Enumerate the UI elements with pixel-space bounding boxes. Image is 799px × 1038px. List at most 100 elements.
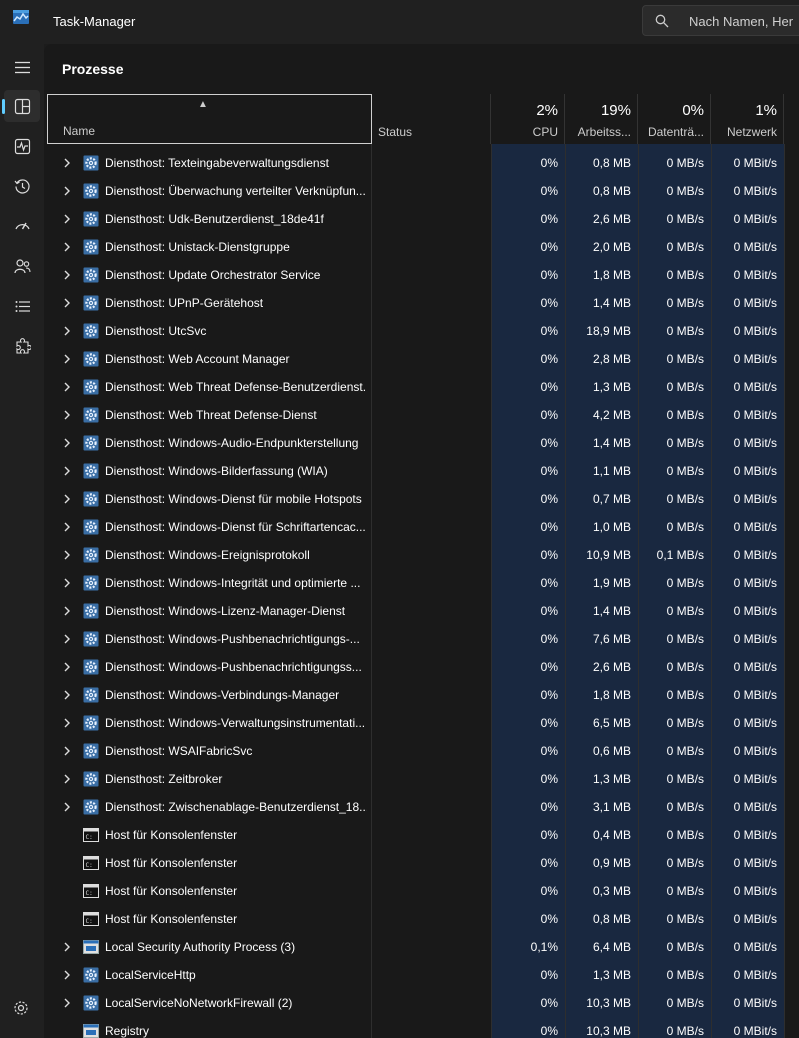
table-row[interactable]: Diensthost: Update Orchestrator Service 0… <box>44 261 799 289</box>
sidebar-item-services[interactable] <box>4 330 40 362</box>
process-name: Host für Konsolenfenster <box>105 856 238 870</box>
network-value: 0 MBit/s <box>733 968 777 982</box>
table-row[interactable]: LocalServiceNoNetworkFirewall (2) 0% 10,3 … <box>44 989 799 1017</box>
chevron-right-icon[interactable] <box>62 521 72 533</box>
column-header-status[interactable]: Status <box>372 94 491 144</box>
chevron-right-icon[interactable] <box>62 689 72 701</box>
title-bar: Task-Manager Nach Namen, Her <box>0 0 799 44</box>
chevron-right-icon[interactable] <box>62 661 72 673</box>
table-row[interactable]: LocalServiceHttp 0% 1,3 MB 0 MB/s 0 MBit/s <box>44 961 799 989</box>
table-row[interactable]: Diensthost: Überwachung verteilter Verkn… <box>44 177 799 205</box>
chevron-right-icon[interactable] <box>62 465 72 477</box>
table-row[interactable]: Local Security Authority Process (3) 0,1%… <box>44 933 799 961</box>
chevron-right-icon[interactable] <box>62 493 72 505</box>
process-name: Diensthost: UPnP-Gerätehost <box>105 296 264 310</box>
table-row[interactable]: Diensthost: Windows-Bilderfassung (WIA) 0… <box>44 457 799 485</box>
sidebar-item-app-history[interactable] <box>4 170 40 202</box>
table-row[interactable]: Diensthost: Web Threat Defense-Benutzerd… <box>44 373 799 401</box>
chevron-right-icon[interactable] <box>62 549 72 561</box>
chevron-right-icon[interactable] <box>62 773 72 785</box>
table-row[interactable]: Diensthost: UtcSvc 0% 18,9 MB 0 MB/s 0 MBit/… <box>44 317 799 345</box>
hamburger-icon <box>15 61 30 74</box>
table-row[interactable]: Diensthost: Zeitbroker 0% 1,3 MB 0 MB/s 0 MB… <box>44 765 799 793</box>
sidebar-item-details[interactable] <box>4 290 40 322</box>
process-name: Diensthost: Windows-Dienst für mobile Ho… <box>105 492 362 506</box>
chevron-right-icon[interactable] <box>62 409 72 421</box>
table-row[interactable]: Diensthost: Windows-Verbindungs-Manager 0… <box>44 681 799 709</box>
disk-value: 0 MB/s <box>666 968 704 982</box>
sidebar-item-processes[interactable] <box>2 90 40 122</box>
table-row[interactable]: Diensthost: Web Threat Defense-Dienst 0% 4… <box>44 401 799 429</box>
memory-value: 1,0 MB <box>592 520 631 534</box>
column-header-memory[interactable]: 19% Arbeitss... <box>565 94 638 144</box>
chevron-right-icon[interactable] <box>62 157 72 169</box>
network-value: 0 MBit/s <box>733 912 777 926</box>
table-row[interactable]: Diensthost: Web Account Manager 0% 2,8 MB 0… <box>44 345 799 373</box>
table-row[interactable]: C: Host für Konsolenfenster 0% 0,9 MB 0 MB/s… <box>44 849 799 877</box>
table-row[interactable]: Diensthost: Windows-Lizenz-Manager-Diens… <box>44 597 799 625</box>
table-row[interactable]: Diensthost: Windows-Integrität und optim… <box>44 569 799 597</box>
sidebar-item-startup-apps[interactable] <box>4 210 40 242</box>
search-input[interactable]: Nach Namen, Her <box>642 5 799 36</box>
chevron-right-icon[interactable] <box>62 269 72 281</box>
hamburger-menu-button[interactable] <box>4 51 40 83</box>
chevron-right-icon[interactable] <box>62 353 72 365</box>
table-row[interactable]: Diensthost: Unistack-Dienstgruppe 0% 2,0 M… <box>44 233 799 261</box>
chevron-right-icon[interactable] <box>62 325 72 337</box>
network-value: 0 MBit/s <box>733 380 777 394</box>
table-row[interactable]: Diensthost: Windows-Dienst für Schriftar… <box>44 513 799 541</box>
column-header-name[interactable]: ▲ Name <box>47 94 372 144</box>
table-row[interactable]: Diensthost: Windows-Pushbenachrichtigung… <box>44 653 799 681</box>
table-row[interactable]: Diensthost: Windows-Audio-Endpunkterstel… <box>44 429 799 457</box>
chevron-right-icon[interactable] <box>62 213 72 225</box>
chevron-right-icon[interactable] <box>62 185 72 197</box>
memory-value: 1,8 MB <box>592 268 631 282</box>
settings-gear-icon[interactable] <box>13 1000 29 1016</box>
memory-value: 1,9 MB <box>592 576 631 590</box>
disk-value: 0 MB/s <box>666 940 704 954</box>
table-row[interactable]: C: Host für Konsolenfenster 0% 0,4 MB 0 MB/s… <box>44 821 799 849</box>
chevron-right-icon[interactable] <box>62 381 72 393</box>
chevron-right-icon[interactable] <box>62 941 72 953</box>
table-row[interactable]: C: Host für Konsolenfenster 0% 0,3 MB 0 MB/s… <box>44 877 799 905</box>
table-row[interactable]: C: Host für Konsolenfenster 0% 0,8 MB 0 MB/s… <box>44 905 799 933</box>
chevron-right-icon[interactable] <box>62 969 72 981</box>
table-row[interactable]: Diensthost: WSAIFabricSvc 0% 0,6 MB 0 MB/s 0… <box>44 737 799 765</box>
disk-value: 0 MB/s <box>666 996 704 1010</box>
column-header-cpu[interactable]: 2% CPU <box>491 94 565 144</box>
table-row[interactable]: Registry 0% 10,3 MB 0 MB/s 0 MBit/s <box>44 1017 799 1038</box>
network-value: 0 MBit/s <box>733 660 777 674</box>
sidebar-item-users[interactable] <box>4 250 40 282</box>
gear-icon <box>83 519 99 535</box>
table-row[interactable]: Diensthost: UPnP-Gerätehost 0% 1,4 MB 0 MB/… <box>44 289 799 317</box>
chevron-right-icon[interactable] <box>62 297 72 309</box>
process-name: Diensthost: Update Orchestrator Service <box>105 268 321 282</box>
table-row[interactable]: Diensthost: Windows-Verwaltungsinstrumen… <box>44 709 799 737</box>
process-name: Diensthost: Windows-Verwaltungsinstrumen… <box>105 716 366 730</box>
table-row[interactable]: Diensthost: Zwischenablage-Benutzerdiens… <box>44 793 799 821</box>
chevron-right-icon[interactable] <box>62 437 72 449</box>
chevron-right-icon[interactable] <box>62 633 72 645</box>
sidebar-item-performance[interactable] <box>4 130 40 162</box>
network-value: 0 MBit/s <box>733 464 777 478</box>
column-header-network[interactable]: 1% Netzwerk <box>711 94 784 144</box>
table-row[interactable]: Diensthost: Udk-Benutzerdienst_18de41f 0%… <box>44 205 799 233</box>
table-row[interactable]: Diensthost: Windows-Ereignisprotokoll 0% 1… <box>44 541 799 569</box>
chevron-right-icon[interactable] <box>62 745 72 757</box>
network-value: 0 MBit/s <box>733 688 777 702</box>
chevron-right-icon[interactable] <box>62 605 72 617</box>
table-row[interactable]: Diensthost: Windows-Dienst für mobile Ho… <box>44 485 799 513</box>
column-header-disk[interactable]: 0% Datenträ... <box>638 94 711 144</box>
memory-value: 0,8 MB <box>592 184 631 198</box>
table-row[interactable]: Diensthost: Texteingabeverwaltungsdienst… <box>44 149 799 177</box>
chevron-right-icon[interactable] <box>62 997 72 1009</box>
chevron-right-icon[interactable] <box>62 801 72 813</box>
memory-value: 3,1 MB <box>592 800 631 814</box>
chevron-right-icon[interactable] <box>62 717 72 729</box>
gear-icon <box>83 407 99 423</box>
chevron-right-icon[interactable] <box>62 577 72 589</box>
speedometer-icon <box>15 222 30 230</box>
table-row[interactable]: Diensthost: Windows-Pushbenachrichtigung… <box>44 625 799 653</box>
chevron-right-icon[interactable] <box>62 241 72 253</box>
cpu-value: 0% <box>540 828 558 842</box>
